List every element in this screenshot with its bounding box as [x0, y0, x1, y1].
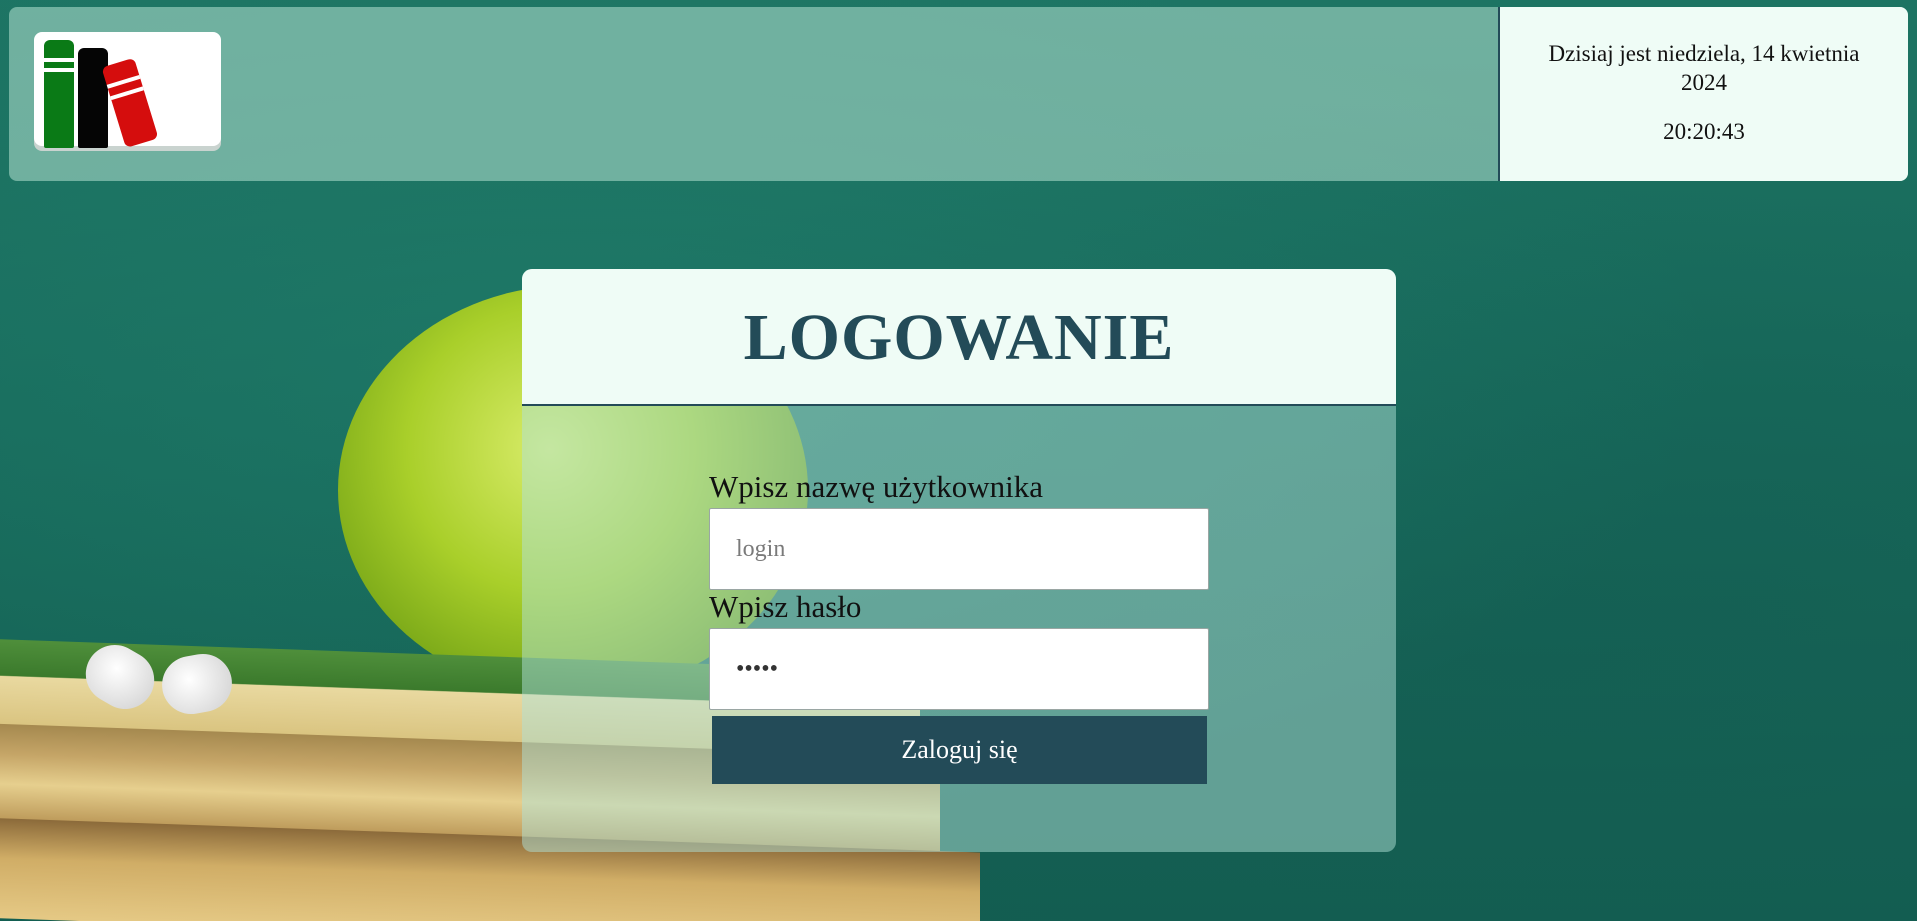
green-book-icon [44, 40, 74, 148]
password-label: Wpisz hasło [709, 589, 862, 624]
login-title: LOGOWANIE [743, 301, 1175, 374]
current-time: 20:20:43 [1663, 119, 1745, 144]
login-card: LOGOWANIE Wpisz nazwę użytkownika Wpisz … [522, 269, 1396, 852]
login-button[interactable]: Zaloguj się [712, 716, 1207, 784]
login-card-header: LOGOWANIE [522, 269, 1396, 406]
date-time-panel: Dzisiaj jest niedziela, 14 kwietnia 2024… [1498, 7, 1908, 181]
top-header: Dzisiaj jest niedziela, 14 kwietnia 2024… [9, 7, 1908, 181]
username-label: Wpisz nazwę użytkownika [709, 469, 1043, 504]
username-input[interactable] [709, 508, 1209, 590]
books-logo[interactable] [34, 32, 221, 148]
black-book-icon [78, 48, 108, 148]
current-date: Dzisiaj jest niedziela, 14 kwietnia 2024 [1548, 41, 1860, 95]
password-input[interactable] [709, 628, 1209, 710]
red-book-icon [101, 57, 159, 148]
